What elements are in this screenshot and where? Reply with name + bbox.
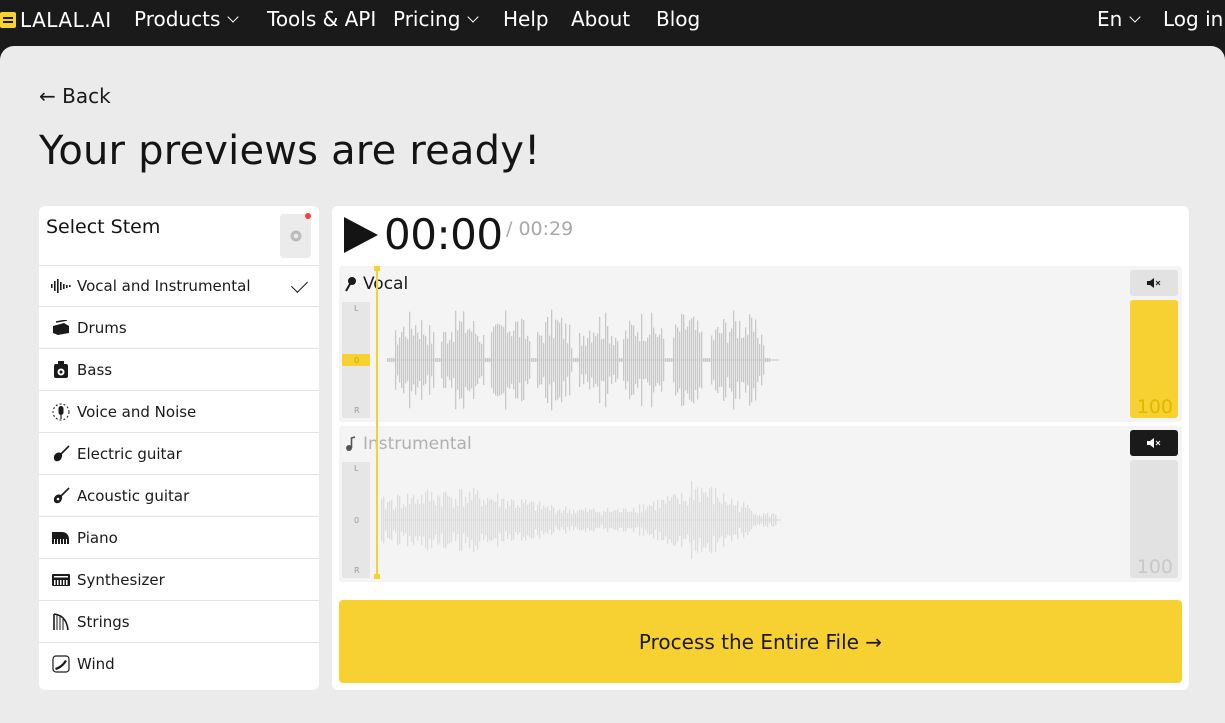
logo-text: LALAL.AI: [20, 8, 112, 32]
logo-icon: [0, 12, 16, 28]
page-title: Your previews are ready!: [39, 128, 541, 174]
electric-guitar-icon: [51, 444, 71, 463]
play-icon[interactable]: [342, 216, 380, 254]
stem-bass[interactable]: Bass: [39, 349, 319, 391]
track-name: Vocal: [363, 274, 409, 294]
nav-pricing[interactable]: Pricing: [393, 7, 480, 31]
nav-blog-label: Blog: [656, 7, 701, 31]
nav-products-label: Products: [134, 7, 221, 31]
meter-center-label: 0: [354, 516, 360, 525]
nav-tools-api[interactable]: Tools & API: [267, 7, 376, 31]
strings-icon: [51, 612, 71, 631]
stem-list-title: Select Stem: [46, 216, 161, 238]
login-link[interactable]: Log in: [1163, 7, 1223, 31]
pan-meter[interactable]: L 0 R: [342, 302, 370, 418]
playhead[interactable]: [374, 266, 380, 579]
gear-icon: [290, 230, 301, 242]
pan-meter[interactable]: L 0 R: [342, 462, 370, 578]
stem-voice-noise[interactable]: Voice and Noise: [39, 391, 319, 433]
voice-noise-icon: [51, 403, 71, 421]
microphone-icon: [345, 277, 356, 292]
main-panel: ← Back Your previews are ready! Select S…: [0, 46, 1225, 723]
stem-list: Select Stem Vocal and Instrumental Drums…: [39, 206, 319, 690]
back-link[interactable]: ← Back: [39, 84, 111, 108]
instrumental-waveform[interactable]: [381, 462, 781, 578]
top-nav: LALAL.AI Products Tools & API Pricing He…: [0, 0, 1225, 46]
checkmark-icon: [291, 276, 308, 293]
nav-blog[interactable]: Blog: [656, 7, 700, 31]
chevron-down-icon: [1129, 10, 1141, 23]
stem-label: Drums: [77, 318, 127, 337]
wind-icon: [51, 655, 71, 673]
stem-vocal-instrumental[interactable]: Vocal and Instrumental: [39, 265, 319, 307]
track-name: Instrumental: [363, 434, 472, 454]
stem-electric-guitar[interactable]: Electric guitar: [39, 433, 319, 475]
stem-acoustic-guitar[interactable]: Acoustic guitar: [39, 475, 319, 517]
meter-right-label: R: [354, 566, 360, 575]
vocal-waveform[interactable]: [381, 302, 781, 418]
nav-help[interactable]: Help: [503, 7, 549, 31]
piano-icon: [51, 529, 71, 547]
acoustic-guitar-icon: [51, 486, 71, 505]
stem-piano[interactable]: Piano: [39, 517, 319, 559]
synthesizer-icon: [51, 571, 71, 589]
notification-dot: [305, 213, 311, 219]
volume-slider[interactable]: 100: [1130, 460, 1178, 578]
mute-button[interactable]: [1130, 270, 1178, 296]
volume-value: 100: [1136, 396, 1173, 418]
stem-wind[interactable]: Wind: [39, 643, 319, 685]
stem-drums[interactable]: Drums: [39, 307, 319, 349]
logo[interactable]: LALAL.AI: [0, 8, 112, 32]
meter-center-label: 0: [354, 356, 360, 365]
current-time: 00:00: [384, 210, 503, 259]
stem-label: Voice and Noise: [77, 402, 197, 421]
meter-left-label: L: [354, 304, 359, 313]
nav-tools-label: Tools & API: [267, 7, 377, 31]
language-select[interactable]: En: [1097, 7, 1141, 31]
stem-label: Acoustic guitar: [77, 486, 190, 505]
bass-amp-icon: [51, 360, 71, 379]
settings-button[interactable]: [280, 213, 311, 258]
drum-icon: [51, 319, 71, 337]
speaker-mute-icon: [1147, 278, 1161, 288]
volume-slider[interactable]: 100: [1130, 300, 1178, 418]
stem-synthesizer[interactable]: Synthesizer: [39, 559, 319, 601]
volume-value: 100: [1136, 556, 1173, 578]
nav-about-label: About: [571, 7, 631, 31]
total-time: / 00:29: [506, 218, 574, 240]
speaker-mute-icon: [1147, 438, 1161, 448]
mute-button[interactable]: [1130, 430, 1178, 456]
stem-label: Strings: [77, 612, 130, 631]
chevron-down-icon: [227, 10, 240, 23]
process-entire-file-button[interactable]: Process the Entire File →: [339, 600, 1182, 683]
track-vocal[interactable]: Vocal L 0 R 100: [339, 266, 1182, 422]
stem-label: Electric guitar: [77, 444, 182, 463]
music-note-icon: [346, 436, 356, 451]
stem-label: Wind: [77, 655, 115, 673]
stem-label: Bass: [77, 360, 113, 379]
waveform-icon: [51, 277, 71, 295]
stem-label: Synthesizer: [77, 570, 165, 589]
stem-strings[interactable]: Strings: [39, 601, 319, 643]
language-label: En: [1097, 7, 1123, 31]
stem-label: Piano: [77, 528, 118, 547]
meter-left-label: L: [354, 464, 359, 473]
nav-pricing-label: Pricing: [393, 7, 461, 31]
preview-player: 00:00 / 00:29 Vocal L 0 R 100 Instrument…: [332, 206, 1189, 690]
track-instrumental[interactable]: Instrumental L 0 R 100: [339, 426, 1182, 582]
meter-right-label: R: [354, 406, 360, 415]
chevron-down-icon: [467, 10, 480, 23]
login-label: Log in: [1163, 7, 1224, 31]
stem-label: Vocal and Instrumental: [77, 277, 251, 295]
nav-about[interactable]: About: [571, 7, 630, 31]
nav-help-label: Help: [503, 7, 549, 31]
nav-products[interactable]: Products: [134, 7, 240, 31]
